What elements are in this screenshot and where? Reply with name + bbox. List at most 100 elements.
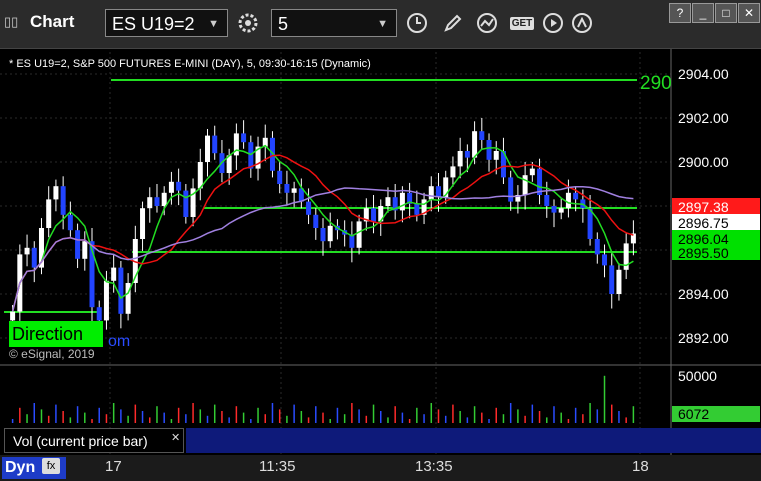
- candles: [10, 118, 636, 330]
- price-axis-label: 2900.00: [678, 154, 729, 170]
- price-tag-value: 2895.50: [678, 245, 729, 261]
- interval-value: 5: [278, 14, 289, 34]
- candle-body: [479, 131, 485, 140]
- close-icon[interactable]: ✕: [171, 431, 180, 444]
- volume-bars: [11, 375, 635, 423]
- time-label: 17: [105, 458, 122, 475]
- candle-body: [10, 311, 16, 321]
- interval-combo[interactable]: 5 ▼: [271, 9, 397, 37]
- candle-body: [67, 214, 73, 231]
- minimize-button[interactable]: _: [692, 3, 714, 23]
- watermark: © eSignal, 2019: [9, 347, 95, 361]
- volume-label-strip: [186, 428, 671, 453]
- candle-body: [197, 162, 203, 189]
- candle-body: [609, 265, 615, 294]
- play-icon[interactable]: [538, 9, 568, 37]
- get-icon[interactable]: GET: [505, 9, 539, 37]
- window-title: Chart: [30, 12, 75, 31]
- price-axis-label: 2904.00: [678, 66, 729, 82]
- candle-body: [154, 197, 160, 206]
- candle-body: [241, 133, 247, 143]
- time-label: 18: [632, 458, 649, 475]
- symbol-combo[interactable]: ES U19=2 ▼: [105, 9, 228, 37]
- price-chart[interactable]: * ES U19=2, S&P 500 FUTURES E-MINI (DAY)…: [0, 49, 761, 481]
- grip-icon[interactable]: ▯▯: [4, 14, 18, 30]
- candle-body: [82, 241, 88, 259]
- chevron-down-icon: ▼: [208, 18, 219, 30]
- gear-icon[interactable]: [233, 9, 263, 37]
- toolbar: ▯▯ Chart ES U19=2 ▼ 5 ▼ GET ? _ □ ✕: [0, 0, 761, 49]
- candle-body: [176, 181, 182, 191]
- candle-body: [320, 228, 326, 242]
- maximize-button[interactable]: □: [715, 3, 737, 23]
- time-label: 11:35: [259, 458, 296, 475]
- fx-icon[interactable]: fx: [42, 458, 60, 474]
- om-label: om: [108, 333, 130, 350]
- candle-body: [140, 208, 146, 239]
- horizontal-levels: [4, 79, 637, 313]
- candle-body: [371, 208, 377, 222]
- level-label: 290: [640, 73, 672, 94]
- candle-body: [103, 280, 109, 321]
- candle-body: [602, 254, 608, 266]
- clock-icon[interactable]: [402, 9, 432, 37]
- candle-body: [118, 267, 124, 314]
- price-tag-value: 2896.75: [678, 215, 729, 231]
- chart-header: * ES U19=2, S&P 500 FUTURES E-MINI (DAY)…: [9, 58, 371, 70]
- candle-body: [147, 197, 153, 209]
- candle-body: [205, 135, 211, 162]
- candle-body: [428, 186, 434, 200]
- volume-axis-label: 50000: [678, 368, 717, 384]
- chevron-down-icon: ▼: [377, 18, 388, 30]
- dyn-label: Dyn: [5, 459, 36, 476]
- grid: [0, 52, 671, 455]
- candle-body: [616, 269, 622, 294]
- candle-body: [486, 140, 492, 160]
- axis-corner: [671, 428, 761, 453]
- candle-body: [75, 230, 81, 259]
- candle-body: [284, 184, 290, 193]
- candle-body: [183, 190, 189, 217]
- candle-body: [544, 195, 550, 206]
- candle-body: [31, 247, 37, 268]
- volume-tag-value: 6072: [678, 406, 709, 422]
- get-label: GET: [509, 16, 535, 30]
- help-button[interactable]: ?: [669, 3, 691, 23]
- price-axis-label: 2894.00: [678, 286, 729, 302]
- candle-body: [277, 170, 283, 184]
- candle-body: [551, 206, 557, 213]
- candle-body: [522, 175, 528, 195]
- candle-body: [291, 188, 297, 193]
- candle-body: [96, 307, 102, 321]
- volume-panel-label: Vol (current price bar): [4, 428, 184, 453]
- candle-body: [472, 131, 478, 158]
- candle-body: [565, 192, 571, 209]
- time-label: 13:35: [415, 458, 453, 475]
- candle-body: [435, 186, 441, 198]
- candle-body: [46, 199, 52, 228]
- price-tags: 2897.382896.752896.042895.50: [672, 198, 760, 261]
- candle-body: [529, 168, 535, 176]
- price-axis-label: 2892.00: [678, 330, 729, 346]
- link-icon[interactable]: [567, 9, 597, 37]
- candle-body: [248, 142, 254, 169]
- symbol-value: ES U19=2: [112, 14, 195, 34]
- candle-body: [161, 192, 167, 206]
- candle-body: [508, 177, 514, 202]
- price-tag-value: 2897.38: [678, 199, 729, 215]
- candle-body: [212, 135, 218, 154]
- candle-body: [450, 166, 456, 178]
- candle-body: [558, 208, 564, 213]
- candle-body: [594, 239, 600, 255]
- candle-body: [414, 203, 420, 215]
- candle-body: [464, 151, 470, 158]
- study-icon[interactable]: [472, 9, 502, 37]
- candle-body: [111, 267, 117, 281]
- candle-body: [385, 197, 391, 206]
- candle-body: [573, 192, 579, 200]
- candle-body: [168, 181, 174, 193]
- candle-body: [306, 201, 312, 215]
- close-button[interactable]: ✕: [738, 3, 760, 23]
- pencil-icon[interactable]: [438, 9, 468, 37]
- candle-body: [457, 151, 463, 167]
